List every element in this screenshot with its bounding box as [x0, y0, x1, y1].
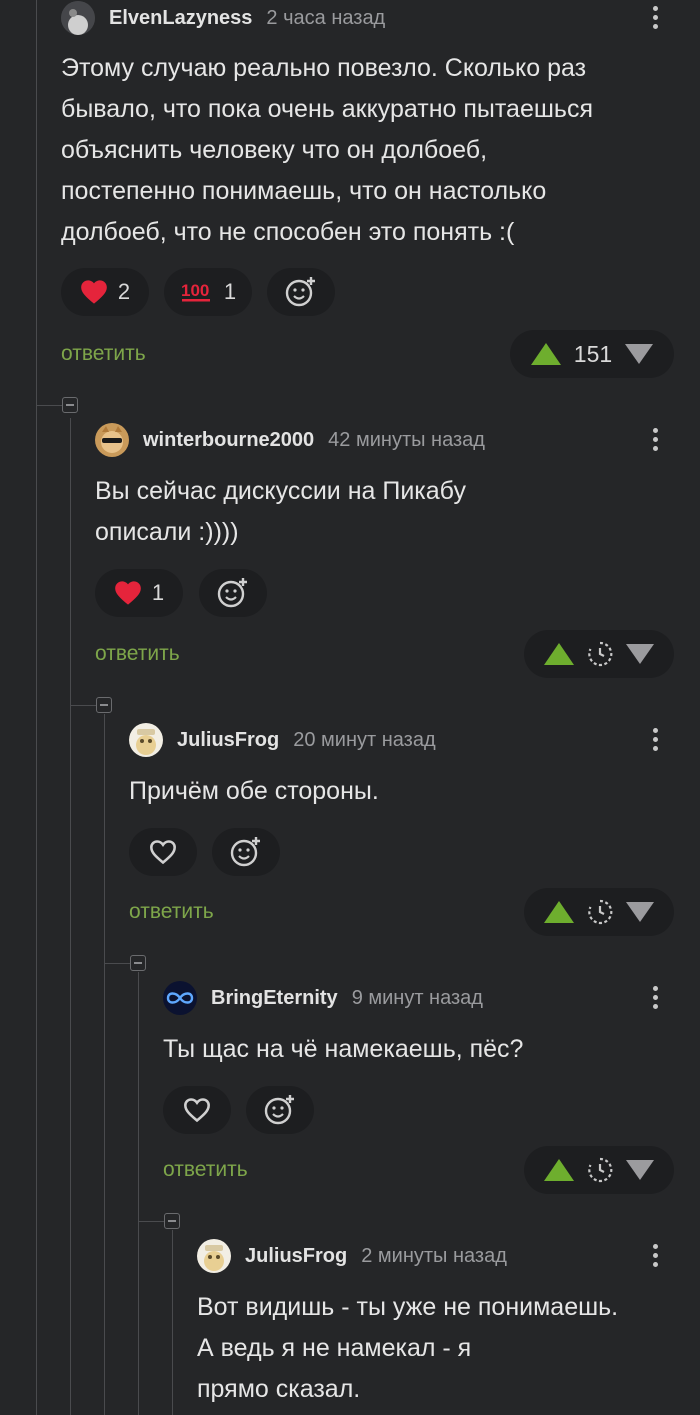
comment-time: 2 минуты назад [361, 1244, 507, 1267]
more-options-icon[interactable] [652, 728, 658, 751]
add-emoji-icon [264, 1095, 294, 1125]
downvote-icon[interactable] [625, 344, 654, 364]
heart-outline-icon [150, 840, 176, 865]
upvote-icon[interactable] [544, 1159, 575, 1181]
collapse-thread-button[interactable] [130, 955, 146, 971]
vote-widget [524, 1146, 674, 1194]
add-reaction-button[interactable] [199, 569, 267, 617]
comment-text: Ты щас на чё намекаешь, пёс? [163, 1035, 524, 1063]
avatar[interactable] [61, 1, 95, 35]
comment-text: Вот видишь - ты уже не понимаешь. А ведь… [197, 1293, 619, 1403]
author-name[interactable]: JuliusFrog [177, 729, 279, 752]
comment-text: Причём обе стороны. [129, 777, 379, 805]
reaction-count: 2 [117, 279, 131, 304]
upvote-icon[interactable] [530, 343, 561, 365]
svg-text:100: 100 [181, 281, 209, 300]
thread-line [172, 1230, 173, 1415]
comment: JuliusFrog 2 минуты назад Вот видишь - т… [197, 1239, 700, 1415]
comment-time: 42 минуты назад [328, 428, 485, 451]
collapse-thread-button[interactable] [96, 697, 112, 713]
comment-text: Вы сейчас дискуссии на Пикабу описали :)… [95, 477, 466, 546]
reply-link[interactable]: ответить [163, 1158, 248, 1182]
reply-link[interactable]: ответить [129, 900, 214, 924]
timer-icon [588, 899, 613, 925]
comment: BringEternity 9 минут назад Ты щас на чё… [163, 981, 700, 1201]
author-name[interactable]: winterbourne2000 [143, 429, 314, 452]
avatar[interactable] [129, 723, 163, 757]
avatar[interactable] [163, 981, 197, 1015]
comment: winterbourne2000 42 минуты назад Вы сейч… [95, 423, 700, 683]
vote-widget: 151 [510, 330, 674, 378]
thread-branch [104, 963, 130, 964]
comment-header: BringEternity 9 минут назад [163, 981, 483, 1015]
comment-header: winterbourne2000 42 минуты назад [95, 423, 485, 457]
reply-link[interactable]: ответить [61, 342, 146, 366]
thread-branch [36, 405, 62, 406]
comment-time: 2 часа назад [266, 6, 386, 29]
avatar[interactable] [95, 423, 129, 457]
comment-header: JuliusFrog 2 минуты назад [197, 1239, 507, 1273]
collapse-thread-button[interactable] [62, 397, 78, 413]
comment-time: 20 минут назад [293, 728, 436, 751]
author-name[interactable]: ElvenLazyness [109, 7, 252, 30]
thread-branch [138, 1221, 164, 1222]
reaction-count: 1 [151, 580, 165, 605]
author-name[interactable]: BringEternity [211, 987, 338, 1010]
add-emoji-icon [217, 578, 247, 608]
avatar[interactable] [197, 1239, 231, 1273]
rating-value: 151 [573, 340, 613, 367]
timer-icon [588, 1157, 613, 1183]
reply-link[interactable]: ответить [95, 642, 180, 666]
collapse-thread-button[interactable] [164, 1213, 180, 1229]
add-reaction-button[interactable] [246, 1086, 314, 1134]
reaction-count: 1 [223, 279, 237, 304]
vote-widget [524, 888, 674, 936]
reaction-heart[interactable]: 1 [95, 569, 183, 617]
downvote-icon[interactable] [625, 1160, 654, 1180]
comment: JuliusFrog 20 минут назад Причём обе сто… [129, 723, 700, 943]
like-button[interactable] [129, 828, 197, 876]
comment-header: ElvenLazyness 2 часа назад [61, 1, 385, 35]
thread-line [70, 418, 71, 1415]
reaction-hundred[interactable]: 100 1 [164, 268, 252, 316]
add-reaction-button[interactable] [212, 828, 280, 876]
heart-filled-icon [81, 280, 107, 304]
comment: ElvenLazyness 2 часа назад Этому случаю … [61, 0, 700, 380]
comment-time: 9 минут назад [351, 986, 483, 1009]
upvote-icon[interactable] [544, 901, 575, 923]
thread-line [104, 714, 105, 1415]
timer-icon [588, 641, 613, 667]
downvote-icon[interactable] [625, 644, 654, 664]
add-emoji-icon [230, 837, 260, 867]
author-name[interactable]: JuliusFrog [245, 1245, 347, 1268]
more-options-icon[interactable] [652, 428, 658, 451]
more-options-icon[interactable] [652, 6, 658, 29]
like-button[interactable] [163, 1086, 231, 1134]
thread-branch [70, 705, 96, 706]
downvote-icon[interactable] [625, 902, 654, 922]
add-reaction-button[interactable] [267, 268, 335, 316]
comment-header: JuliusFrog 20 минут назад [129, 723, 436, 757]
upvote-icon[interactable] [544, 643, 575, 665]
vote-widget [524, 630, 674, 678]
add-emoji-icon [285, 277, 315, 307]
heart-filled-icon [115, 581, 141, 605]
more-options-icon[interactable] [652, 986, 658, 1009]
reaction-heart[interactable]: 2 [61, 268, 149, 316]
hundred-points-icon: 100 [181, 281, 210, 302]
thread-line [36, 0, 37, 1415]
comment-text: Этому случаю реально повезло. Сколько ра… [61, 54, 593, 246]
heart-outline-icon [184, 1098, 210, 1123]
thread-line [138, 972, 139, 1415]
more-options-icon[interactable] [652, 1244, 658, 1267]
